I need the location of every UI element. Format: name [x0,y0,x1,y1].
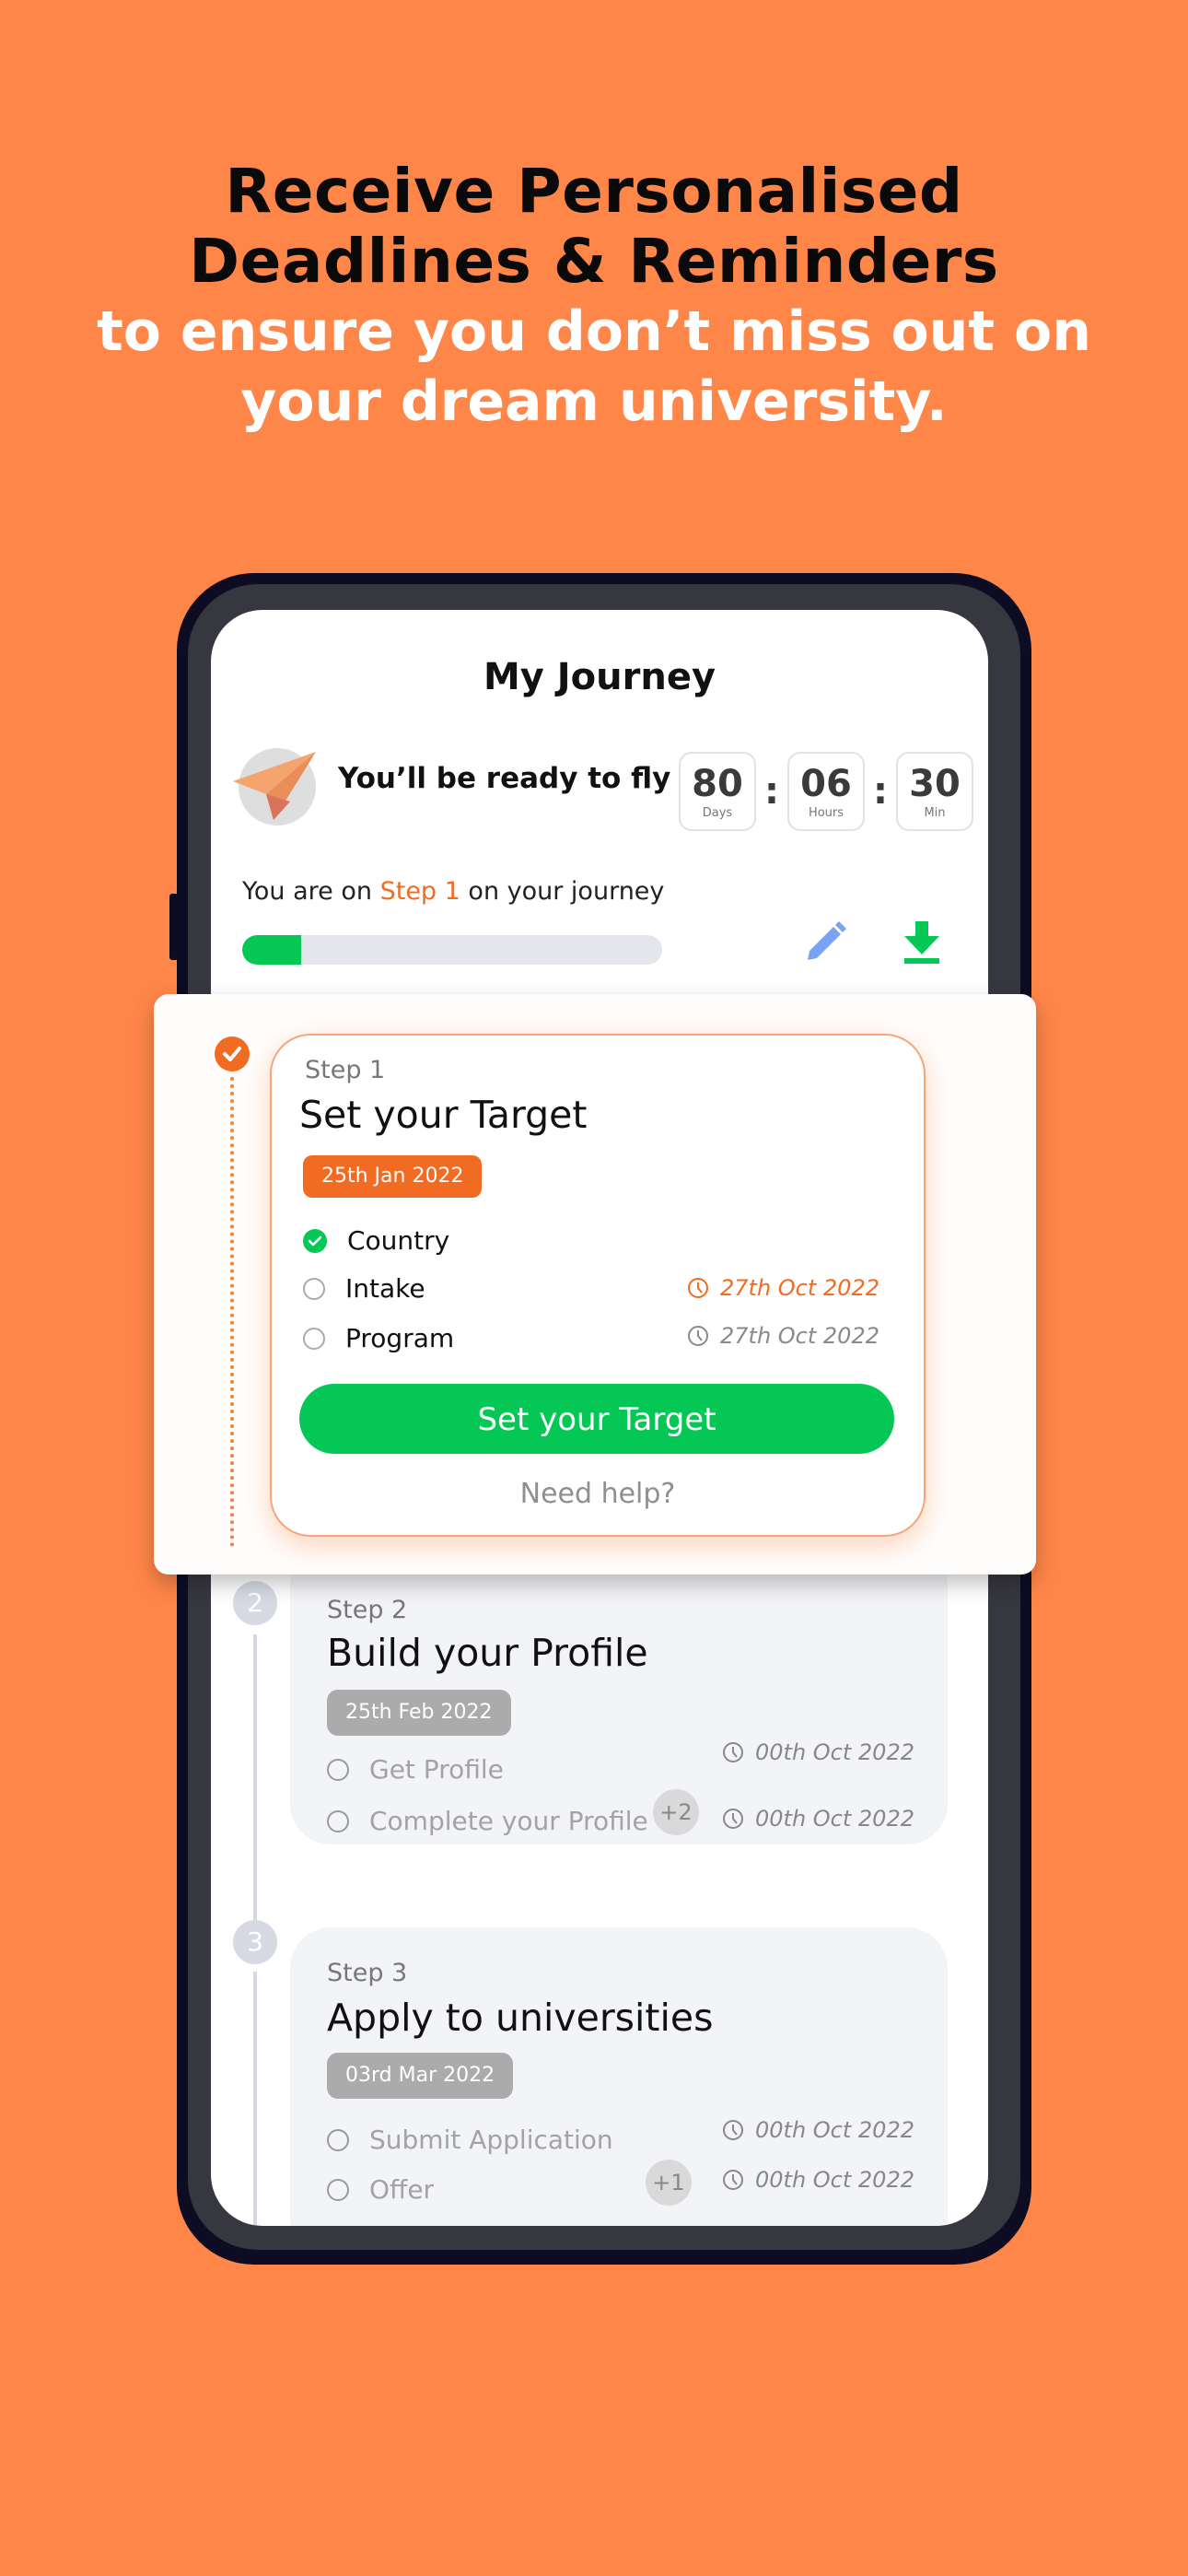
step-3-card[interactable]: Step 3 Apply to universities 03rd Mar 20… [290,1927,948,2226]
current-step-highlight: Step 1 [379,877,460,906]
task-due-date: 00th Oct 2022 [722,1739,914,1765]
download-icon[interactable] [901,919,943,969]
task-due-date: 00th Oct 2022 [722,2117,914,2143]
task-label: Intake [345,1273,425,1304]
ready-to-fly-text: You’ll be ready to fly [338,762,671,795]
task-item[interactable]: Submit Application [327,2125,613,2155]
countdown-hours: 06 Hours [787,752,865,831]
step-2-label: Step 2 [327,1596,408,1624]
task-label: Get Profile [369,1754,504,1785]
journey-progress-bar [242,935,662,965]
step-1-callout-panel: Step 1 Set your Target 25th Jan 2022 Cou… [154,994,1036,1575]
avatar [233,748,316,825]
task-item[interactable]: Complete your Profile [327,1806,648,1836]
clock-icon [723,1809,743,1829]
more-tasks-badge[interactable]: +1 [646,2160,692,2206]
countdown-minutes-value: 30 [909,762,961,805]
countdown-minutes: 30 Min [896,752,973,831]
countdown-days-value: 80 [692,762,743,805]
task-radio[interactable] [303,1277,325,1300]
headline-line-1: Receive Personalised [225,156,963,227]
clock-icon [723,1742,743,1762]
task-item[interactable]: Get Profile [327,1754,504,1785]
step-3-label: Step 3 [327,1959,408,1987]
more-tasks-badge[interactable]: +2 [653,1789,699,1835]
step-1-title: Set your Target [299,1093,588,1137]
timeline-connector [253,1634,257,1953]
subheadline-line-2: your dream university. [240,369,948,434]
task-item[interactable]: Offer [327,2174,434,2205]
subheadline-line-1: to ensure you don’t miss out on [97,299,1091,364]
clock-icon [723,2120,743,2140]
countdown-separator: : [873,770,888,813]
paper-plane-icon [233,752,316,820]
timeline-connector [253,1972,257,2226]
due-date-text: 27th Oct 2022 [720,1275,879,1301]
journey-status-prefix: You are on [242,877,380,906]
journey-status-suffix: on your journey [460,877,665,906]
step-1-status-icon [215,1036,250,1071]
countdown-timer: 80 Days : 06 Hours : 30 Min [679,752,973,831]
headline-line-2: Deadlines & Reminders [189,226,999,297]
promo-headline: Receive Personalised Deadlines & Reminde… [0,157,1188,437]
task-item[interactable]: Country [303,1225,449,1256]
step-2-card[interactable]: Step 2 Build your Profile 25th Feb 2022 … [290,1544,948,1844]
step-1-label: Step 1 [305,1056,386,1084]
task-label: Program [345,1323,455,1353]
due-date-text: 00th Oct 2022 [755,1806,914,1832]
clock-icon [723,2170,743,2190]
step-1-card: Step 1 Set your Target 25th Jan 2022 Cou… [270,1034,926,1537]
task-label: Offer [369,2174,435,2205]
need-help-link[interactable]: Need help? [272,1478,924,1510]
step-2-date-badge: 25th Feb 2022 [327,1690,511,1736]
task-item[interactable]: Intake [303,1273,425,1304]
countdown-days-label: Days [702,805,733,820]
task-item[interactable]: Program [303,1323,454,1353]
step-2-title: Build your Profile [327,1631,648,1675]
task-due-date: 27th Oct 2022 [687,1323,879,1349]
edit-pencil-icon[interactable] [802,919,848,969]
task-radio[interactable] [327,2178,349,2201]
task-completed-check-icon[interactable] [303,1228,327,1253]
task-due-date: 00th Oct 2022 [722,2167,914,2193]
page-title: My Journey [483,656,716,698]
checkmark-icon [223,1047,241,1061]
step-3-number: 3 [233,1920,277,1964]
step-3-title: Apply to universities [327,1996,714,2040]
task-label: Country [347,1225,450,1256]
countdown-separator: : [764,770,779,813]
journey-status-text: You are on Step 1 on your journey [242,877,664,906]
clock-icon [688,1326,708,1346]
task-radio[interactable] [303,1327,325,1350]
task-due-date: 00th Oct 2022 [722,1806,914,1832]
step-1-date-badge: 25th Jan 2022 [303,1155,483,1198]
due-date-text: 27th Oct 2022 [720,1323,879,1349]
countdown-hours-label: Hours [808,805,844,820]
task-radio[interactable] [327,2128,349,2151]
set-target-button[interactable]: Set your Target [299,1384,894,1454]
due-date-text: 00th Oct 2022 [755,1739,914,1765]
task-label: Complete your Profile [369,1806,648,1836]
step-3-date-badge: 03rd Mar 2022 [327,2053,514,2099]
countdown-minutes-label: Min [924,805,946,820]
task-radio[interactable] [327,1809,349,1832]
due-date-text: 00th Oct 2022 [755,2167,914,2193]
countdown-days: 80 Days [679,752,756,831]
step-2-number: 2 [233,1581,277,1625]
task-label: Submit Application [369,2125,613,2155]
task-radio[interactable] [327,1758,349,1781]
task-due-date-urgent: 27th Oct 2022 [687,1275,879,1301]
countdown-hours-value: 06 [800,762,852,805]
due-date-text: 00th Oct 2022 [755,2117,914,2143]
journey-progress-fill [242,935,301,965]
timeline-connector-dotted [230,1077,234,1547]
clock-icon [688,1278,708,1298]
